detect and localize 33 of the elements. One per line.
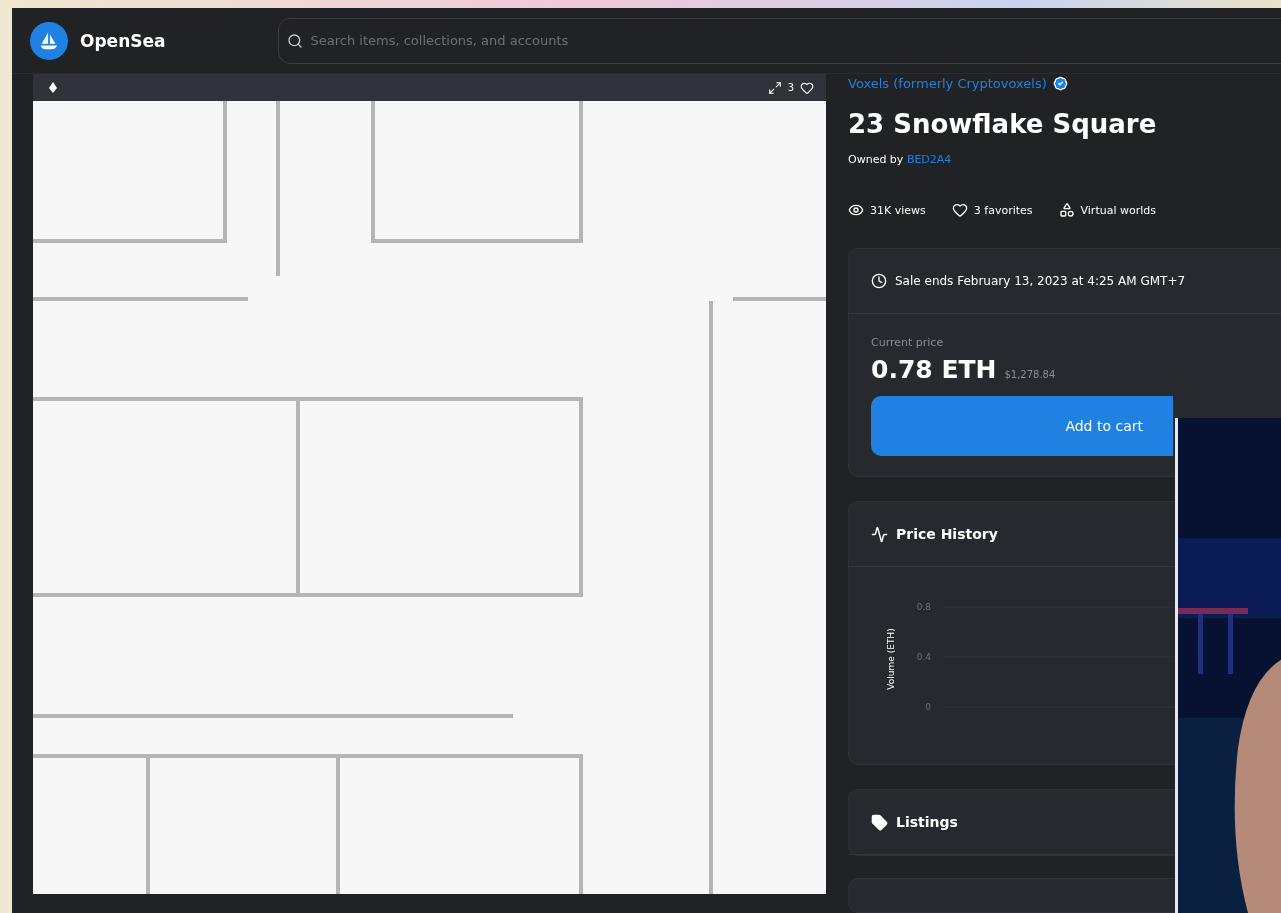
line-chart-icon bbox=[871, 525, 888, 543]
eth-icon bbox=[49, 82, 57, 93]
sale-end-text: Sale ends February 13, 2023 at 4:25 AM GMT+7 bbox=[895, 274, 1186, 288]
price-usd: $1,278.84 bbox=[1004, 369, 1056, 380]
card-title[interactable]: Listings bbox=[896, 814, 958, 830]
shapes-icon bbox=[1058, 202, 1075, 218]
stat-label: 3 favorites bbox=[973, 203, 1033, 217]
search-input[interactable]: Search items, collections, and accounts bbox=[308, 32, 1281, 49]
owner-link[interactable]: BED2A4 bbox=[906, 153, 952, 166]
price-label: Current price bbox=[871, 336, 945, 349]
logo-text[interactable]: OpenSea bbox=[80, 30, 166, 51]
stat-label: 31K views bbox=[870, 203, 926, 217]
collection-link[interactable]: Voxels (formerly Cryptovoxels) bbox=[848, 76, 1281, 91]
tag-icon bbox=[871, 813, 888, 831]
card-title[interactable]: Price History bbox=[896, 526, 998, 542]
favorites-count: 3 bbox=[787, 82, 794, 93]
search-icon bbox=[286, 32, 303, 49]
y-tick-label: 0.8 bbox=[916, 602, 931, 612]
stat-label: Virtual worlds bbox=[1080, 203, 1156, 217]
clock-icon bbox=[871, 273, 887, 289]
y-tick-label: 0.4 bbox=[916, 652, 931, 662]
y-axis-label: Volume (ETH) bbox=[886, 628, 896, 690]
expand-icon[interactable] bbox=[767, 80, 782, 95]
search-field[interactable]: Search items, collections, and accounts bbox=[277, 17, 1281, 64]
y-tick-label: 0 bbox=[925, 702, 931, 712]
heart-icon bbox=[951, 202, 968, 218]
logo-icon[interactable] bbox=[30, 21, 68, 60]
heart-icon[interactable] bbox=[800, 80, 814, 95]
price: 0.78 ETH bbox=[871, 355, 997, 384]
eye-icon bbox=[848, 202, 864, 218]
add-to-cart-button[interactable]: Add to cart bbox=[871, 396, 1173, 456]
item-title: 23 Snowflake Square bbox=[848, 109, 1158, 139]
owner-line: Owned by BED2A4 bbox=[848, 153, 953, 166]
